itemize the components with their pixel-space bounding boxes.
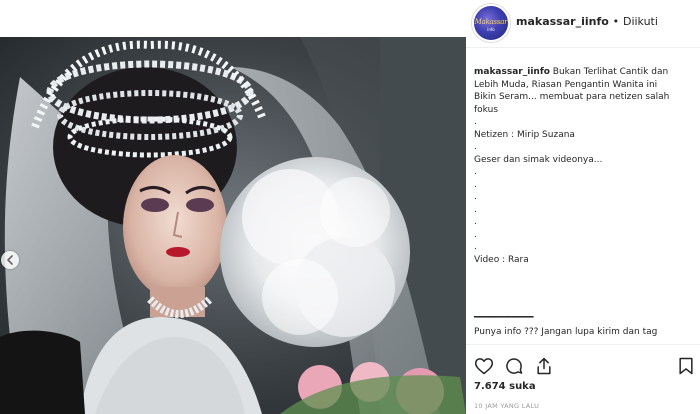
post-photo [0, 37, 466, 414]
share-arrow-icon [537, 357, 551, 375]
caption-line: . [474, 216, 696, 229]
caption-text: Lebih Muda, Riasan Pengantin Wanita ini [474, 79, 658, 90]
avatar[interactable]: Makassar info [472, 4, 510, 42]
caption-line: . [474, 191, 696, 204]
post-sidebar: Makassar info makassar_iinfo • Diikuti m… [466, 0, 700, 414]
caption-line: Bikin Seram... membuat para netizen sala… [474, 91, 696, 104]
caption-line: Lebih Muda, Riasan Pengantin Wanita ini [474, 79, 696, 92]
caption-username[interactable]: makassar_iinfo [474, 67, 550, 77]
bookmark-icon [679, 357, 693, 375]
caption-line: Geser dan simak videonya... [474, 154, 696, 167]
caption-line: fokus [474, 104, 696, 117]
caption-line: . [474, 116, 696, 129]
post-media[interactable] [0, 37, 466, 414]
caption-line: . [474, 141, 696, 154]
caption-text: Geser dan simak videonya... [474, 154, 603, 165]
header-user-line: makassar_iinfo • Diikuti [516, 15, 658, 28]
caption-text: fokus [474, 104, 499, 115]
caption-line: Video : Rara [474, 254, 696, 267]
header-username[interactable]: makassar_iinfo [516, 15, 609, 28]
like-count[interactable]: 7.674 suka [474, 381, 536, 392]
caption-text: . [474, 167, 477, 177]
caption-line: makassar_iinfo Bukan Terlihat Cantik dan [474, 66, 696, 79]
chevron-left-icon [7, 255, 13, 265]
caption-text: . [474, 229, 477, 240]
like-button[interactable] [474, 356, 494, 376]
post-timestamp[interactable]: 10 JAM YANG LALU [474, 402, 539, 410]
caption-divider: ━━━━━━━━━━━━ [474, 313, 534, 323]
caption-line: . [474, 166, 696, 179]
caption-text: Netizen : Mirip Suzana [474, 129, 575, 140]
caption-text: . [474, 142, 477, 152]
comment-button[interactable] [504, 356, 524, 376]
caption-text: . [474, 179, 477, 190]
save-button[interactable] [676, 356, 696, 376]
caption-more-text: Punya info ??? Jangan lupa kirim dan tag [474, 327, 658, 337]
caption-text: . [474, 192, 477, 202]
caption-text: . [474, 242, 477, 252]
caption-line: . [474, 241, 696, 254]
heart-outline-icon [474, 358, 494, 375]
post-caption: makassar_iinfo Bukan Terlihat Cantik dan… [474, 66, 696, 266]
comment-bubble-icon [506, 358, 523, 374]
caption-text: Bikin Seram... membuat para netizen sala… [474, 92, 670, 102]
carousel-prev-button[interactable] [1, 251, 19, 269]
caption-line: . [474, 179, 696, 192]
caption-text: . [474, 217, 477, 227]
post-header: Makassar info makassar_iinfo • Diikuti [466, 0, 700, 48]
action-bar [466, 344, 700, 384]
avatar-logo-subtext: info [487, 27, 495, 32]
caption-text: . [474, 117, 477, 127]
caption-line: . [474, 229, 696, 242]
caption-line: Netizen : Mirip Suzana [474, 129, 696, 142]
follow-status-button[interactable]: Diikuti [623, 15, 658, 28]
caption-text: Bukan Terlihat Cantik dan [552, 67, 669, 77]
caption-line: . [474, 204, 696, 217]
avatar-logo-text: Makassar [474, 18, 508, 26]
follow-separator: • [612, 15, 620, 28]
caption-text: . [474, 204, 477, 215]
caption-text: Video : Rara [474, 254, 529, 265]
share-button[interactable] [534, 356, 554, 376]
